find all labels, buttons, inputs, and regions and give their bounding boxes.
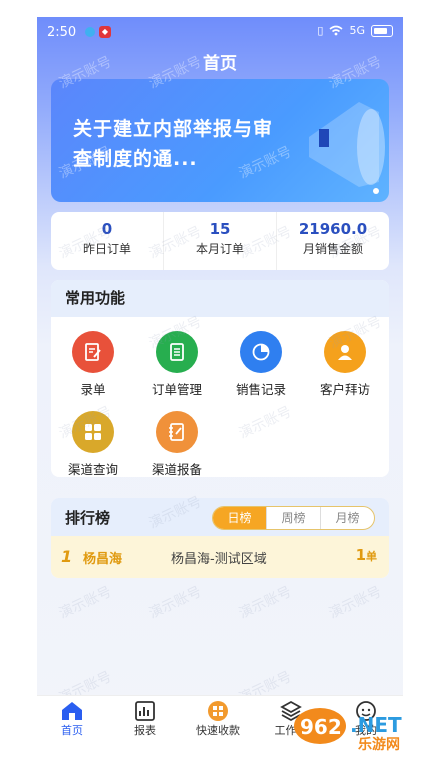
megaphone-icon (309, 102, 385, 187)
page-title: 首页 (203, 54, 237, 74)
rank-number: 1 (61, 547, 73, 566)
ranking-tabs: 日榜 周榜 月榜 (212, 506, 375, 530)
person-icon (324, 331, 366, 373)
rank-area: 杨昌海-测试区域 (171, 552, 267, 567)
function-channel-report[interactable]: 渠道报备 (135, 411, 219, 477)
function-label: 录单 (80, 382, 106, 397)
nav-report[interactable]: 报表 (110, 700, 180, 738)
stat-value: 15 (209, 220, 231, 238)
stats-card: 0 昨日订单 15 本月订单 21960.0 月销售金额 (51, 212, 389, 270)
nav-label: 首页 (61, 724, 83, 737)
function-label: 渠道查询 (67, 462, 118, 477)
stat-month-orders[interactable]: 15 本月订单 (164, 212, 277, 270)
section-title: 排行榜 (65, 509, 111, 527)
rank-count-value: 1 (355, 546, 366, 564)
function-label: 渠道报备 (151, 462, 202, 477)
report-icon (110, 700, 180, 722)
nav-home[interactable]: 首页 (37, 700, 107, 738)
notebook-icon (156, 411, 198, 453)
edit-icon (72, 331, 114, 373)
stat-month-sales[interactable]: 21960.0 月销售金额 (277, 212, 389, 270)
status-right: ▯ 5G (317, 24, 393, 37)
notification-badge-icon: ◆ (99, 26, 111, 38)
qrcode-icon (183, 700, 253, 722)
stat-value: 21960.0 (298, 220, 368, 238)
function-label: 订单管理 (151, 382, 202, 397)
stat-value: 0 (101, 220, 113, 238)
status-time: 2:50 (47, 25, 77, 40)
function-label: 销售记录 (235, 382, 286, 397)
tab-weekly[interactable]: 周榜 (266, 507, 320, 529)
notification-app-icon (85, 27, 95, 37)
carousel-indicator[interactable] (373, 188, 379, 194)
site-watermark-logo: 962 .NET 乐游网 (292, 704, 432, 753)
ranking-card: 排行榜 日榜 周榜 月榜 1 杨昌海 杨昌海-测试区域 1单 (51, 498, 389, 578)
stat-label: 月销售金额 (302, 242, 363, 256)
wifi-icon (329, 25, 343, 36)
ranking-row[interactable]: 1 杨昌海 杨昌海-测试区域 1单 (51, 536, 389, 578)
stat-label: 昨日订单 (82, 242, 131, 256)
function-record-order[interactable]: 录单 (51, 331, 135, 398)
logo-suffix: .NET (350, 713, 402, 737)
watermark: 演示账号 (236, 583, 295, 622)
nav-label: 报表 (134, 724, 156, 737)
nav-quick-pay[interactable]: 快速收款 (183, 700, 253, 738)
announcement-banner[interactable]: 关于建立内部举报与审查制度的通... (51, 79, 389, 202)
signal-label: 5G (349, 24, 365, 37)
vibrate-icon: ▯ (317, 24, 324, 37)
common-functions-card: 常用功能 录单 订单管理 销售记录 客户拜访 渠道查询 渠道报备 (51, 280, 389, 477)
function-customer-visit[interactable]: 客户拜访 (303, 331, 387, 398)
document-icon (156, 331, 198, 373)
function-label: 客户拜访 (319, 382, 370, 397)
watermark: 演示账号 (56, 583, 115, 622)
function-channel-query[interactable]: 渠道查询 (51, 411, 135, 477)
tab-monthly[interactable]: 月榜 (320, 507, 374, 529)
home-icon (37, 700, 107, 722)
logo-tagline: 乐游网 (358, 736, 400, 752)
rank-name: 杨昌海 (83, 552, 123, 567)
watermark: 演示账号 (146, 583, 205, 622)
stat-yesterday-orders[interactable]: 0 昨日订单 (51, 212, 164, 270)
rank-count: 1单 (356, 546, 377, 564)
grid-icon (72, 411, 114, 453)
ranking-header: 排行榜 日榜 周榜 月榜 (51, 498, 389, 536)
function-order-management[interactable]: 订单管理 (135, 331, 219, 398)
tab-daily[interactable]: 日榜 (213, 507, 266, 529)
battery-icon (371, 24, 393, 37)
logo-number: 962 (300, 715, 342, 739)
status-bar: 2:50 ◆ ▯ 5G (37, 17, 403, 47)
rank-count-unit: 单 (366, 550, 377, 563)
section-title: 常用功能 (51, 280, 389, 317)
watermark: 演示账号 (326, 583, 385, 622)
pie-chart-icon (240, 331, 282, 373)
banner-text: 关于建立内部举报与审查制度的通... (73, 118, 274, 170)
nav-label: 快速收款 (196, 724, 240, 737)
phone-screen: 2:50 ◆ ▯ 5G 首页 关于建立内部举报与审查制度的通... 0 昨日订单… (37, 17, 403, 744)
function-sales-records[interactable]: 销售记录 (219, 331, 303, 398)
stat-label: 本月订单 (195, 242, 244, 256)
